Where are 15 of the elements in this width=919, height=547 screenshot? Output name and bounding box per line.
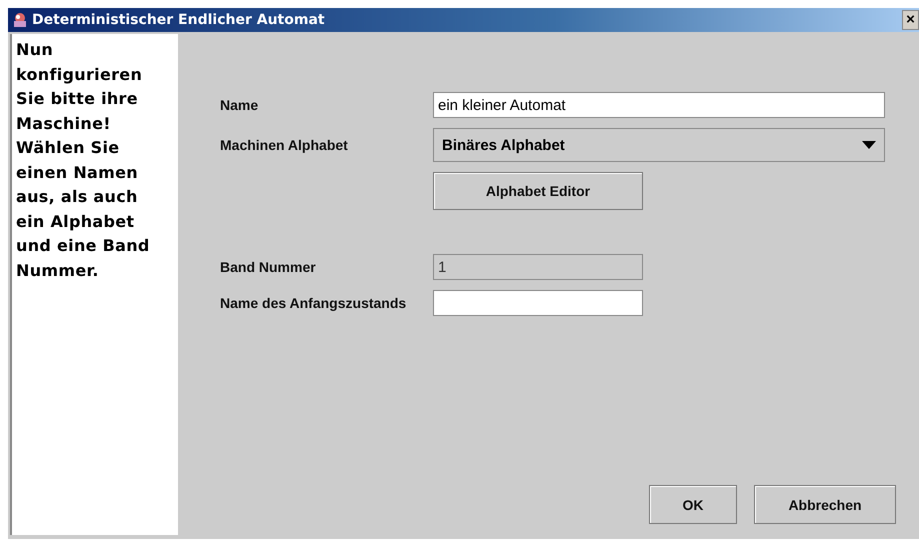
dropdown-arrow-icon: [862, 141, 876, 149]
close-button[interactable]: ×: [902, 10, 919, 30]
input-field[interactable]: [433, 290, 643, 316]
instructions-text: Nun konfigurieren Sie bitte ihre Maschine! Wählen Sie einen Namen aus, als auch ein Alphabet und eine Band Nummer.: [16, 39, 151, 282]
input-field[interactable]: ein kleiner Automat: [433, 92, 885, 118]
dialog-button[interactable]: Abbrechen: [754, 485, 896, 524]
field-label: Name des Anfangszustands: [220, 295, 408, 311]
alphabet-dropdown[interactable]: Binäres Alphabet: [433, 128, 885, 162]
field-label: Band Nummer: [220, 259, 317, 275]
field-label: Machinen Alphabet: [220, 137, 349, 153]
dialog-button[interactable]: OK: [649, 485, 737, 524]
window-title: Deterministischer Endlicher Automat: [32, 12, 325, 28]
alphabet-editor-button[interactable]: Alphabet Editor: [433, 172, 643, 210]
app-icon: [12, 12, 28, 28]
field-label: Name: [220, 97, 260, 113]
